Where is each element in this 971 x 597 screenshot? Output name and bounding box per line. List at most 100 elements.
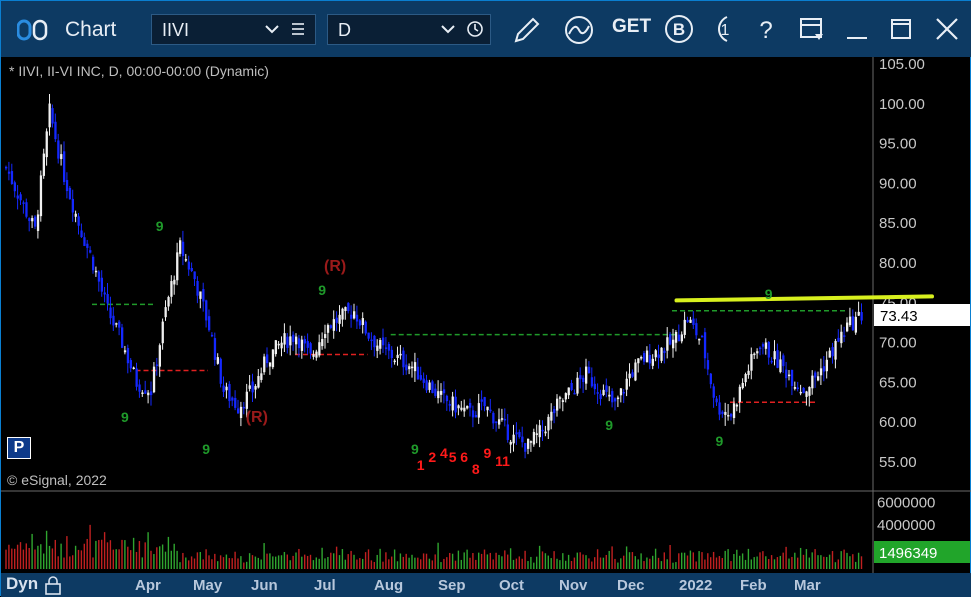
candle-body	[854, 316, 857, 333]
candle-body	[193, 271, 196, 280]
candle-body	[129, 360, 132, 369]
candle-body	[138, 384, 141, 392]
candle-body	[384, 347, 388, 349]
td-sequential-label: 9	[121, 409, 129, 425]
candle-body	[353, 311, 356, 319]
candle-body	[251, 381, 254, 393]
candle-body	[7, 171, 11, 174]
candle-body	[358, 320, 362, 326]
candle-body	[280, 342, 283, 349]
candle-body	[486, 406, 489, 411]
candle-body	[805, 391, 808, 397]
dyn-label[interactable]: Dyn	[6, 574, 38, 594]
candle-body	[74, 213, 77, 217]
candle-body	[312, 354, 315, 357]
candle-body	[141, 392, 144, 395]
candle-body	[840, 331, 843, 344]
candle-body	[266, 354, 269, 364]
candle-body	[286, 336, 289, 348]
candle-body	[669, 334, 672, 345]
candle-body	[277, 343, 280, 346]
candle-body	[706, 360, 710, 370]
candle-body	[619, 388, 623, 396]
candle-body	[773, 351, 776, 360]
price-tick-label: 55.00	[879, 454, 917, 471]
candle-body	[524, 443, 527, 452]
candle-body	[187, 261, 190, 270]
candle-body	[831, 347, 834, 357]
candle-body	[645, 350, 649, 363]
candle-body	[126, 348, 130, 364]
td-sequential-label: 9	[765, 286, 773, 302]
candle-body	[463, 407, 466, 412]
candle-body	[547, 416, 550, 431]
candle-body	[408, 366, 411, 370]
candle-body	[834, 340, 837, 360]
price-tick-label: 90.00	[879, 175, 917, 192]
candle-body	[663, 350, 666, 354]
candle-body	[390, 349, 393, 359]
candle-body	[498, 419, 501, 425]
candle-body	[332, 319, 335, 331]
candle-body	[16, 195, 19, 199]
month-tick-label: Oct	[499, 577, 525, 594]
candle-body	[370, 339, 373, 342]
td-sequential-label: 9	[411, 441, 419, 457]
candle-body	[324, 334, 327, 338]
candle-body	[483, 397, 486, 407]
candle-body	[190, 267, 193, 272]
price-tick-label: 60.00	[879, 414, 917, 431]
price-tick-label: 100.00	[879, 96, 925, 113]
price-tick-label: 70.00	[879, 335, 917, 352]
candle-body	[750, 354, 753, 371]
candle-body	[173, 279, 176, 285]
candle-body	[112, 315, 115, 326]
candle-body	[31, 218, 34, 222]
candle-body	[593, 383, 596, 390]
candle-body	[480, 399, 483, 402]
candle-body	[695, 323, 698, 336]
candle-body	[819, 368, 823, 376]
candle-body	[373, 335, 376, 348]
candle-body	[689, 319, 692, 323]
candle-body	[13, 182, 16, 192]
candle-body	[425, 380, 428, 391]
candle-body	[97, 271, 101, 282]
candle-body	[364, 321, 367, 334]
p-toggle-button[interactable]: P	[7, 437, 31, 459]
candle-body	[843, 335, 846, 337]
candle-body	[115, 323, 118, 325]
td-sequential-label: 1	[417, 457, 425, 473]
lock-icon[interactable]	[44, 575, 62, 595]
candle-body	[19, 194, 22, 201]
candle-body	[727, 415, 730, 417]
candle-body	[123, 350, 127, 353]
candle-body	[118, 321, 121, 328]
candle-body	[599, 393, 602, 400]
candle-body	[698, 338, 701, 341]
candle-body	[68, 187, 72, 200]
candle-body	[144, 390, 147, 394]
candle-body	[387, 343, 391, 351]
candle-body	[39, 175, 43, 217]
candle-body	[793, 387, 797, 389]
candle-body	[347, 303, 350, 312]
candle-body	[489, 409, 492, 412]
candle-body	[761, 344, 765, 347]
price-chart[interactable]: 105.00100.0095.0090.0085.0080.0075.0070.…	[1, 1, 971, 573]
candle-body	[176, 252, 179, 281]
candle-body	[770, 360, 773, 363]
candle-body	[65, 180, 69, 192]
candle-body	[205, 300, 208, 321]
candle-body	[814, 372, 817, 378]
td-sequential-label: 2	[428, 449, 436, 465]
candle-body	[367, 332, 370, 339]
candle-body	[715, 398, 718, 403]
candle-body	[587, 366, 591, 373]
candle-body	[622, 392, 625, 394]
candle-body	[257, 376, 260, 388]
candle-body	[651, 358, 654, 366]
td-sequential-label: 9	[484, 445, 492, 461]
candle-body	[677, 334, 681, 342]
candle-body	[382, 337, 385, 346]
